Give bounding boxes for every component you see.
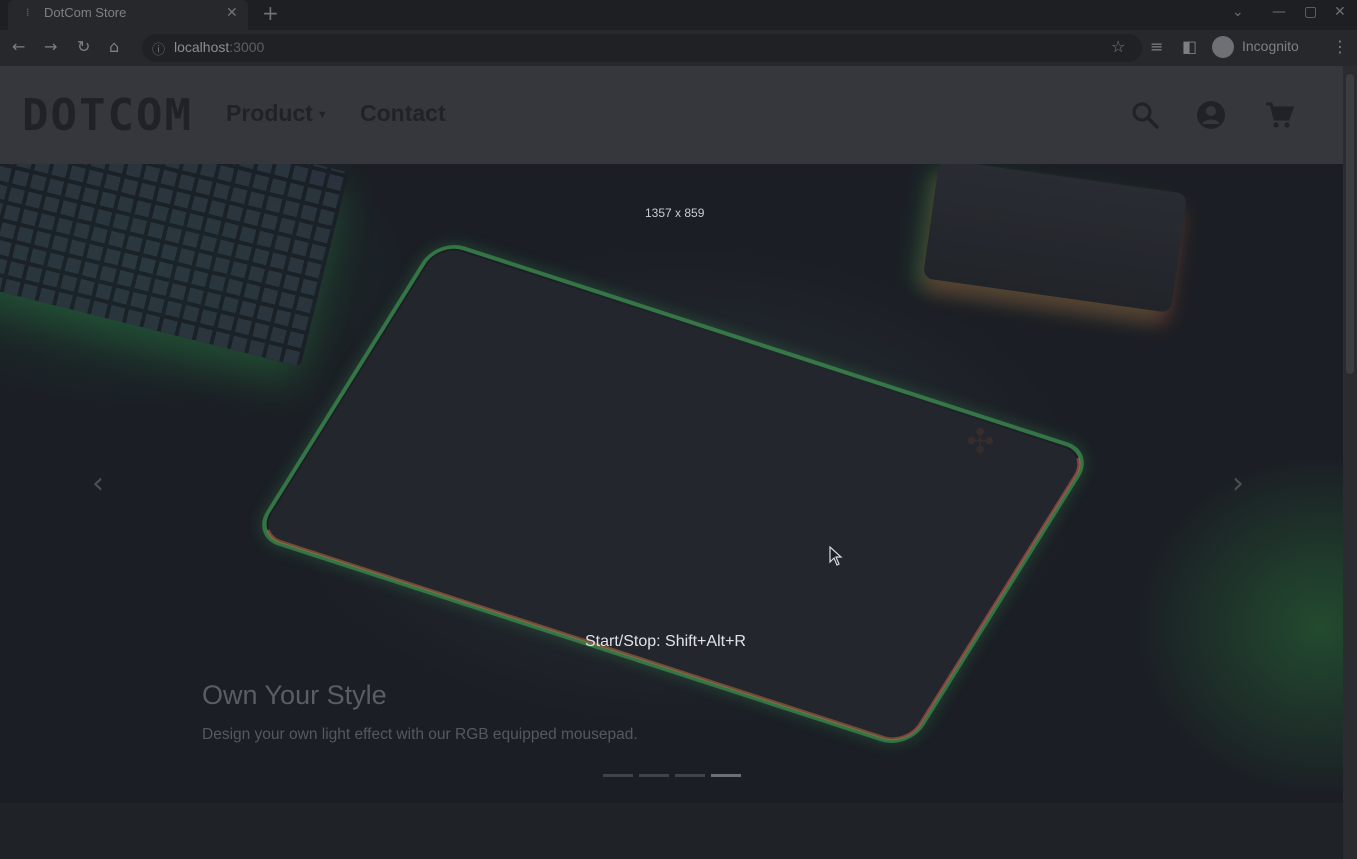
site-header: DOTCOM Product ▼ Contact xyxy=(0,66,1343,164)
search-icon[interactable] xyxy=(1130,100,1160,130)
address-bar[interactable]: ⓘ localhost:3000 xyxy=(142,34,1142,62)
browser-tab[interactable]: ⁞ DotCom Store ✕ xyxy=(8,0,248,30)
maximize-icon[interactable]: ▢ xyxy=(1304,4,1317,20)
browser-tabstrip: ⁞ DotCom Store ✕ + ⌄ — ▢ ✕ xyxy=(0,0,1357,30)
carousel-indicator-1[interactable] xyxy=(603,774,633,777)
nav-product-label: Product xyxy=(226,100,313,126)
scrollbar-thumb[interactable] xyxy=(1346,74,1354,374)
mouse-cursor-icon xyxy=(829,546,843,566)
carousel-caption-title: Own Your Style xyxy=(202,680,387,710)
page-viewport: ✣ ‹ › Own Your Style Design your own lig… xyxy=(0,66,1343,859)
close-window-icon[interactable]: ✕ xyxy=(1334,4,1346,20)
mousepad-image xyxy=(255,241,1091,747)
incognito-icon[interactable] xyxy=(1212,36,1234,58)
favicon-icon: ⁞ xyxy=(26,6,30,19)
url-host: localhost xyxy=(174,39,230,55)
forward-icon[interactable]: → xyxy=(44,37,57,56)
side-panel-icon[interactable]: ◧ xyxy=(1182,37,1197,56)
home-icon[interactable]: ⌂ xyxy=(109,37,119,56)
back-icon[interactable]: ← xyxy=(12,37,25,56)
reload-icon[interactable]: ↻ xyxy=(77,37,90,56)
site-logo[interactable]: DOTCOM xyxy=(22,90,193,141)
new-tab-icon[interactable]: + xyxy=(262,1,279,25)
bookmark-star-icon[interactable]: ☆ xyxy=(1111,37,1125,56)
carousel-prev-icon[interactable]: ‹ xyxy=(92,466,104,501)
page-content-below xyxy=(0,803,1343,859)
carousel-next-icon[interactable]: › xyxy=(1232,466,1244,501)
razer-logo-icon: ✣ xyxy=(966,422,995,462)
nav-product[interactable]: Product ▼ xyxy=(226,100,328,127)
url-port: :3000 xyxy=(229,39,265,55)
close-tab-icon[interactable]: ✕ xyxy=(226,5,238,21)
carousel-indicator-3[interactable] xyxy=(675,774,705,777)
minimize-icon[interactable]: — xyxy=(1272,4,1286,20)
profile-label[interactable]: Incognito xyxy=(1242,38,1299,54)
nav-contact[interactable]: Contact xyxy=(360,100,446,127)
tab-search-icon[interactable]: ⌄ xyxy=(1232,4,1244,20)
recording-hint: Start/Stop: Shift+Alt+R xyxy=(585,633,746,650)
headset-stand-image xyxy=(922,159,1188,313)
tab-title: DotCom Store xyxy=(44,5,127,20)
cart-icon[interactable] xyxy=(1264,100,1294,130)
carousel-indicator-4[interactable] xyxy=(711,774,741,777)
page-scrollbar[interactable] xyxy=(1343,66,1357,859)
browser-toolbar: ← → ↻ ⌂ ⓘ localhost:3000 ☆ ≡ ◧ Incognito… xyxy=(0,30,1357,66)
account-icon[interactable] xyxy=(1196,100,1226,130)
browser-menu-icon[interactable]: ⋮ xyxy=(1332,37,1348,56)
carousel-caption-text: Design your own light effect with our RG… xyxy=(202,726,638,743)
recording-dimensions: 1357 x 859 xyxy=(645,206,705,220)
carousel-indicator-2[interactable] xyxy=(639,774,669,777)
site-info-icon[interactable]: ⓘ xyxy=(152,39,165,58)
media-queue-icon[interactable]: ≡ xyxy=(1150,37,1163,56)
hero-carousel: ✣ ‹ › Own Your Style Design your own lig… xyxy=(0,66,1343,803)
address-url: localhost:3000 xyxy=(174,39,264,55)
chevron-down-icon: ▼ xyxy=(316,108,328,121)
